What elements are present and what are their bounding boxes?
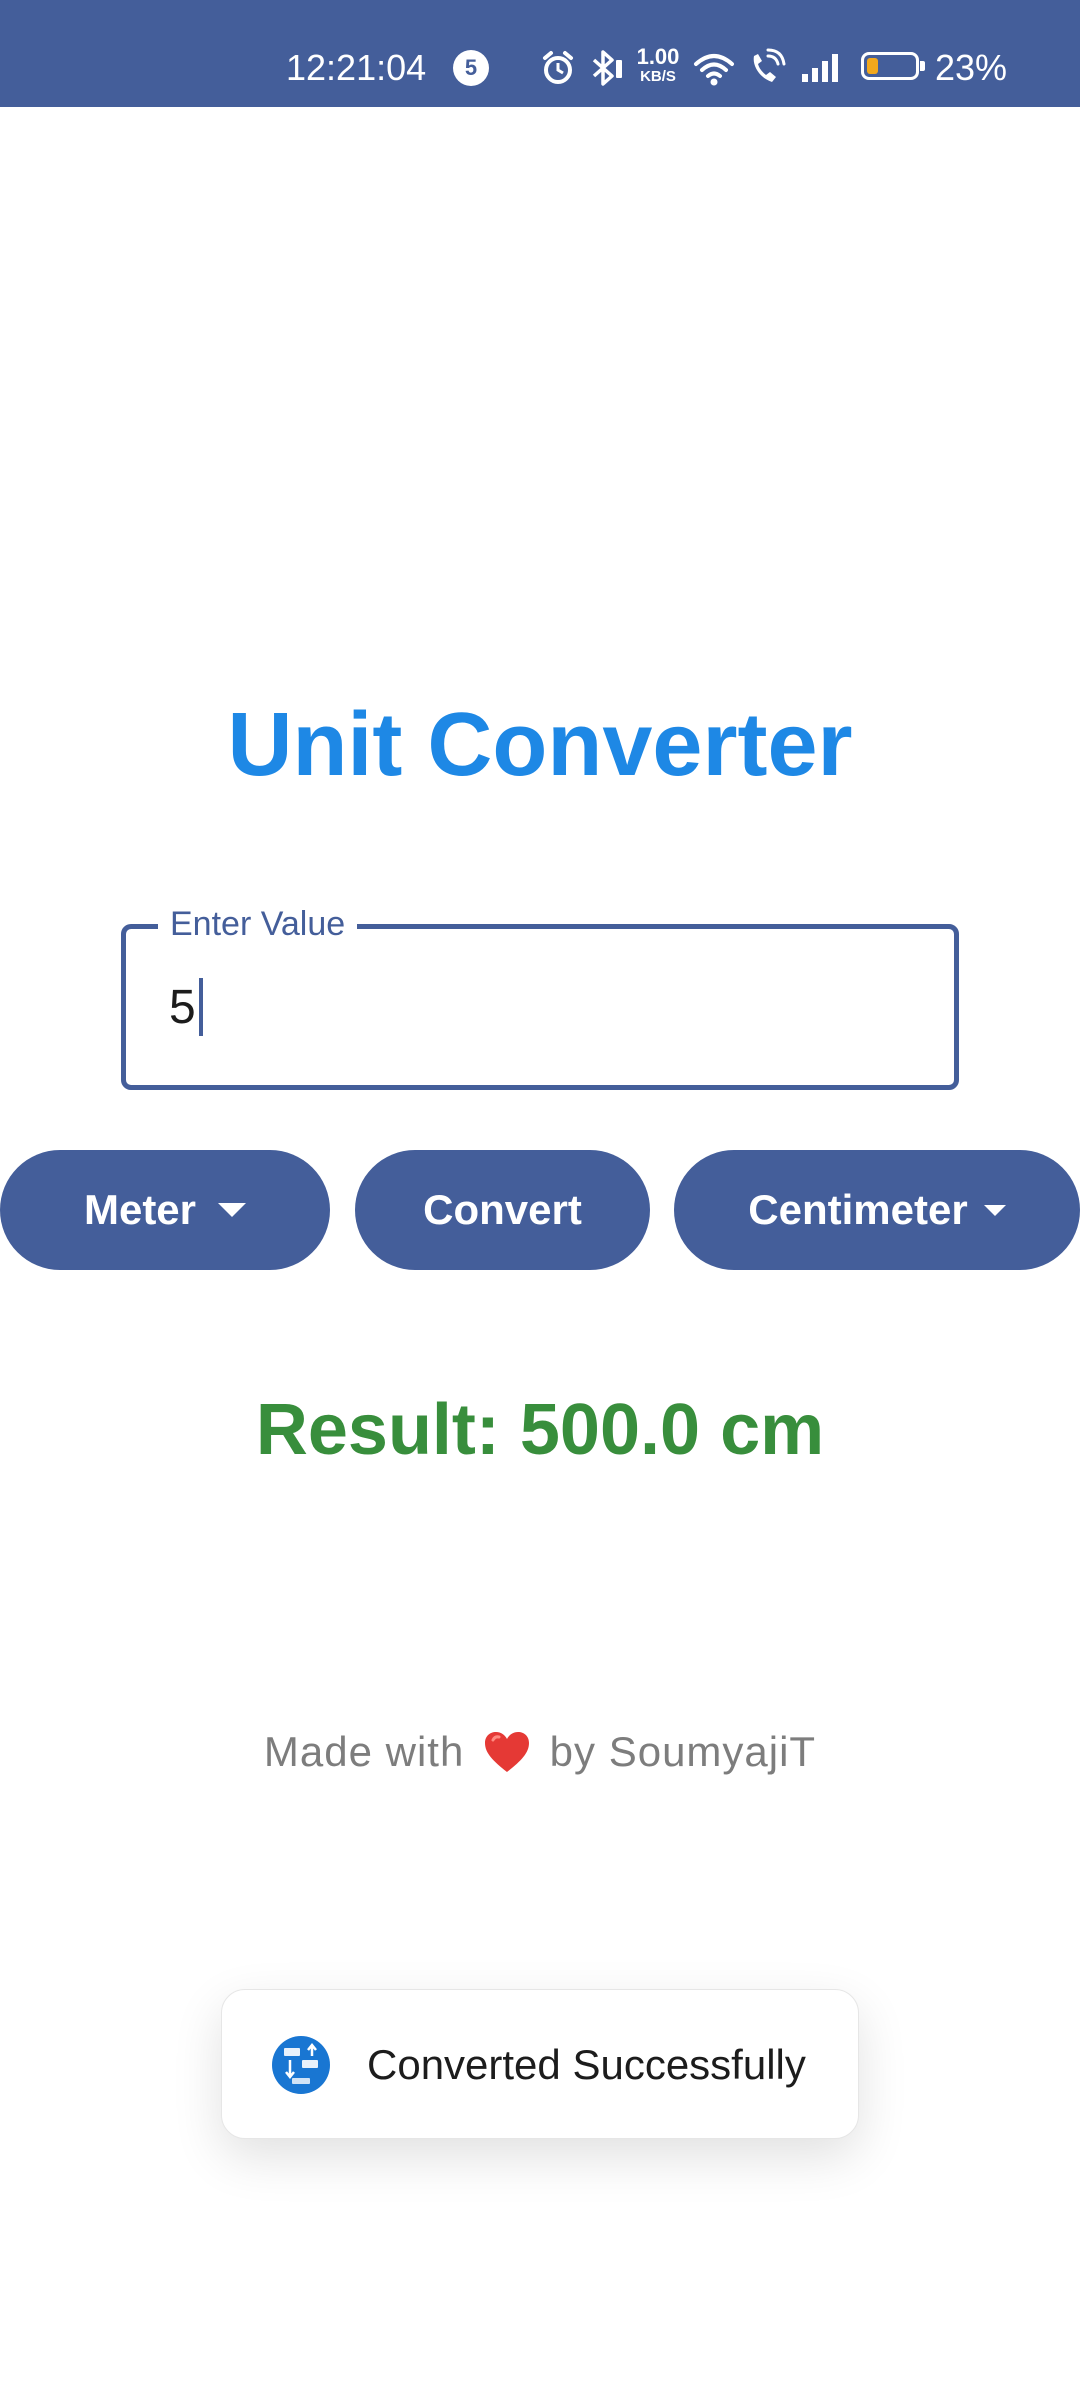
result-text: Result: 500.0 cm — [255, 1390, 825, 1470]
bluetooth-icon — [592, 50, 622, 86]
value-input-field[interactable] — [121, 924, 959, 1090]
battery-level-fill — [867, 58, 878, 74]
wifi-icon — [694, 54, 734, 86]
battery-icon — [861, 52, 925, 80]
chevron-down-icon — [218, 1203, 247, 1217]
convert-button-label: Convert — [423, 1186, 582, 1233]
alarm-icon — [543, 51, 573, 84]
network-speed: 1.00 KB/S — [632, 46, 684, 86]
footer-suffix: by SoumyajiT — [549, 1728, 817, 1775]
heart-icon — [485, 1731, 529, 1772]
value-input-text: 5 — [169, 981, 196, 1034]
footer-prefix: Made with — [263, 1728, 465, 1775]
value-input[interactable]: 5 — [169, 978, 203, 1038]
unit-converter-app-icon — [272, 2036, 330, 2094]
chevron-down-icon — [983, 1204, 1006, 1216]
footer-credit: Made with by SoumyajiT — [0, 1724, 1080, 1780]
conversion-arrows-icon — [284, 2042, 318, 2084]
value-input-label: Enter Value — [158, 904, 358, 944]
wifi-call-icon — [753, 48, 786, 82]
battery-terminal — [920, 61, 925, 71]
app-title: Unit Converter — [227, 695, 853, 795]
network-speed-value: 1.00 — [636, 44, 680, 69]
notification-count-badge: 5 — [453, 50, 489, 86]
to-unit-label: Centimeter — [748, 1186, 968, 1233]
toast-message: Converted Successfully — [367, 2041, 806, 2088]
text-cursor — [198, 978, 203, 1036]
from-unit-label: Meter — [83, 1186, 197, 1233]
signal-icon — [802, 54, 838, 82]
toast-notification: Converted Successfully — [221, 1989, 859, 2139]
from-unit-dropdown[interactable]: Meter — [0, 1150, 330, 1270]
battery-percent: 23% — [935, 47, 1008, 88]
status-time: 12:21:04 — [286, 47, 427, 88]
to-unit-dropdown[interactable]: Centimeter — [674, 1150, 1080, 1270]
status-bar: 12:21:04 5 1.00 KB/S 23% — [0, 0, 1080, 107]
network-speed-unit: KB/S — [640, 68, 676, 85]
convert-button[interactable]: Convert — [355, 1150, 650, 1270]
